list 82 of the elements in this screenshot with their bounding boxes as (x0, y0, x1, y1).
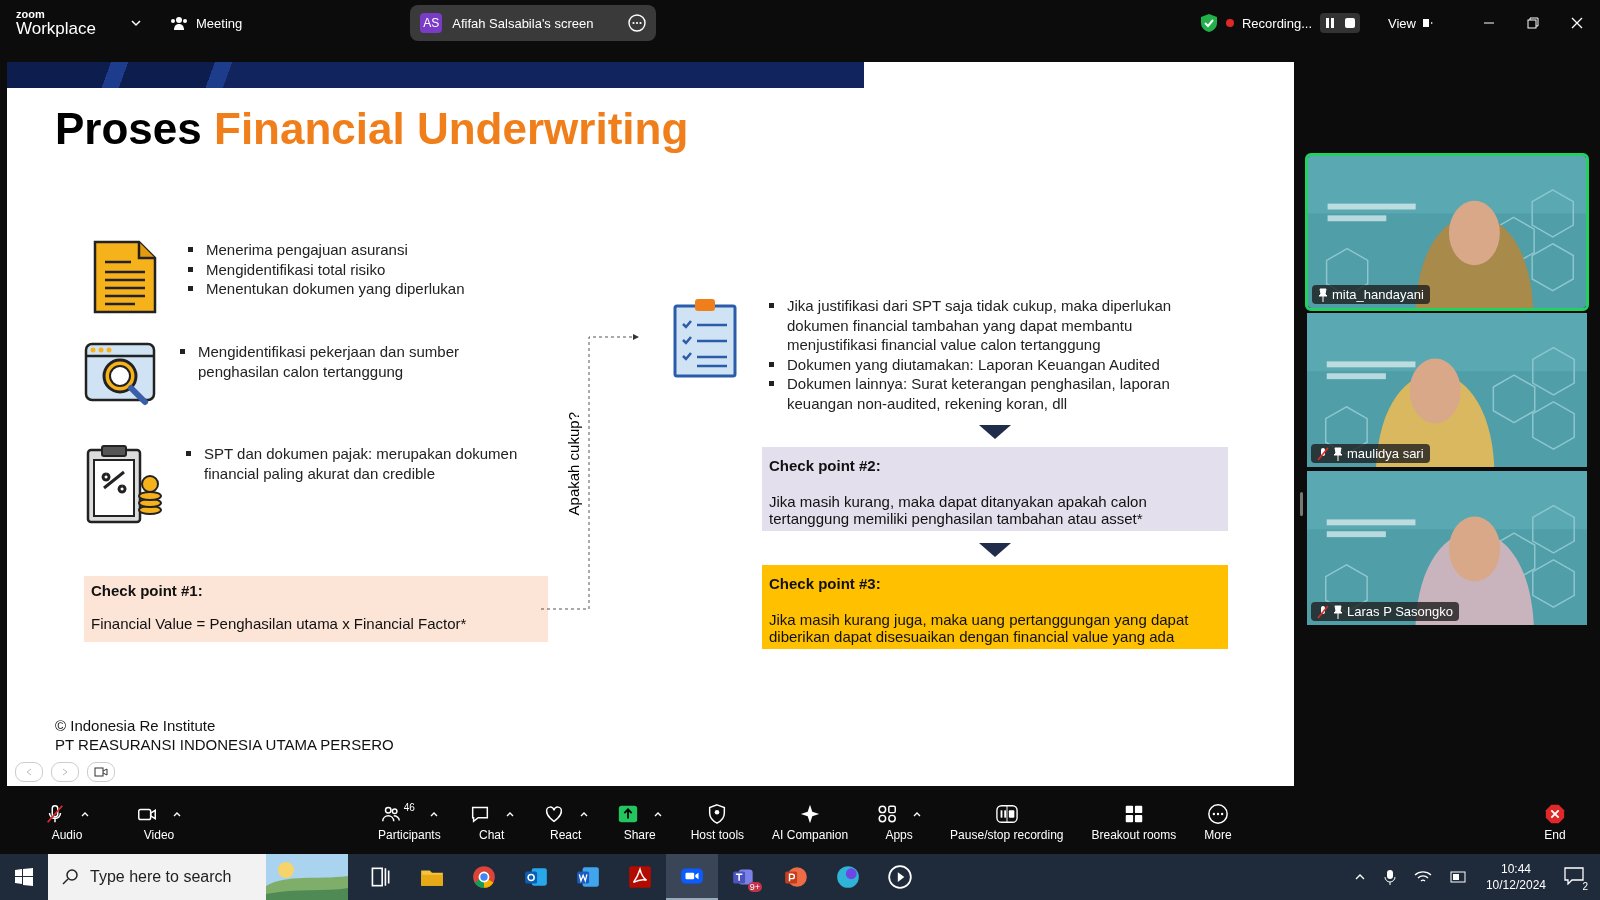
pdf-app-icon (627, 864, 653, 890)
recording-label: Recording... (1241, 15, 1313, 31)
search-field[interactable]: Type here to search (48, 854, 266, 900)
browser-icon (471, 864, 497, 890)
bullet-text: Dokumen yang diutamakan: Laporan Keuangan Audited (767, 354, 1203, 374)
play-icon (887, 864, 913, 890)
breakout-button[interactable]: Breakout rooms (1087, 800, 1181, 842)
participant-name: Laras P Sasongko (1347, 604, 1453, 619)
view-menu[interactable]: View (1388, 15, 1416, 31)
taskbar-button[interactable] (666, 854, 718, 900)
share-button[interactable]: Share (612, 800, 667, 842)
meeting-label: Meeting (196, 15, 243, 31)
wifi-icon[interactable] (1413, 870, 1432, 884)
tax-clipboard-icon (84, 444, 164, 524)
record-button[interactable]: Pause/stop recording (946, 800, 1068, 842)
video-button[interactable]: Video (132, 800, 186, 842)
down-arrow-icon (979, 425, 1011, 439)
bullet-text: Jika justifikasi dari SPT saja tidak cukup, maka diperlukan dokumen financial tambahan yang dapat membantu menjustifikasi financial value calon tertanggung (767, 296, 1203, 355)
more-button[interactable]: More (1200, 800, 1236, 842)
bullet-text: Mengidentifikasi total risiko (186, 259, 465, 279)
resize-handle[interactable] (1300, 492, 1303, 516)
pin-icon (1333, 446, 1343, 461)
bullet-text: Menerima pengajuan asuransi (186, 240, 465, 260)
checkpoint-title: Check point #3: (769, 575, 882, 592)
design-app-icon (835, 864, 861, 890)
down-arrow-icon (979, 543, 1011, 557)
microphone-icon[interactable] (1383, 869, 1396, 885)
checkpoint-title: Check point #1: (91, 582, 204, 599)
document-app-icon (575, 864, 601, 890)
clock-date: 10/12/2024 (1485, 877, 1546, 893)
participant-name: maulidya sari (1347, 446, 1424, 461)
audio-button[interactable]: Audio (40, 800, 94, 842)
chevron-down-icon[interactable] (130, 17, 142, 29)
participants-button[interactable]: 46 Participants (374, 800, 445, 842)
brand-label: zoom (16, 9, 46, 20)
camera-icon[interactable] (87, 762, 115, 782)
pause-stop-icon (993, 803, 1020, 825)
stop-icon[interactable] (1343, 16, 1358, 30)
clock-time: 10:44 (1500, 861, 1531, 877)
end-icon (1544, 803, 1566, 825)
share-title: Afifah Salsabila's screen (452, 15, 595, 31)
checkpoint-text: Financial Value = Penghasilan utama x Financial Factor* (91, 615, 467, 632)
pin-icon (1333, 604, 1343, 619)
footer-text: PT REASURANSI INDONESIA UTAMA PERSERO (55, 735, 394, 754)
participant-count: 46 (403, 802, 415, 813)
question-label: Apakah cukup? (564, 412, 582, 516)
bullet-text: Dokumen lainnya: Surat keterangan penghasilan, laporan keuangan non-audited, rekening koran, dll (767, 374, 1203, 413)
ai-button[interactable]: AI Companion (768, 800, 853, 842)
react-button[interactable]: React (538, 800, 593, 842)
people-icon (170, 15, 188, 31)
presentation-app-icon (783, 864, 809, 890)
more-icon[interactable] (628, 14, 647, 32)
end-button[interactable]: End (1540, 800, 1570, 842)
app-title: Workplace (16, 20, 96, 37)
screen-share-pill[interactable]: AS Afifah Salsabila's screen (410, 5, 657, 41)
pin-icon (1318, 287, 1328, 302)
initials-avatar: AS (420, 13, 443, 33)
apps-icon (876, 803, 899, 825)
participant-name: mita_handayani (1332, 287, 1424, 302)
checkpoint-text: Jika masih kurang juga, maka uang pertanggungan yang dapat diberikan dapat disesuaikan dengan financial value yang ada (769, 611, 1189, 645)
notification-badge: 9+ (747, 882, 762, 892)
battery-icon[interactable] (1449, 870, 1468, 884)
chat-button[interactable]: Chat (464, 800, 519, 842)
muted-microphone-icon (44, 803, 66, 825)
checklist-icon (673, 296, 737, 378)
bullet-text: SPT dan dokumen pajak: merupakan dokumen financial paling akurat dan credible (184, 444, 544, 483)
shield-check-icon[interactable] (1199, 13, 1218, 33)
restore-icon[interactable] (1526, 16, 1540, 30)
close-icon[interactable] (1570, 16, 1584, 30)
apps-button[interactable]: Apps (872, 800, 927, 842)
footer-text: © Indonesia Re Institute (55, 716, 217, 735)
slide-title: Proses Financial Underwriting (55, 104, 690, 154)
view-layout-icon[interactable] (1422, 17, 1434, 29)
windows-start-icon[interactable] (15, 868, 33, 886)
bullet-text: Mengidentifikasi pekerjaan dan sumber penghasilan calon tertanggung (178, 342, 544, 381)
recording-dot-icon (1225, 19, 1234, 27)
checkpoint-title: Check point #2: (769, 457, 882, 474)
taskbar-button[interactable]: 9+ (718, 854, 770, 900)
more-icon (1206, 803, 1229, 825)
host-button[interactable]: Host tools (686, 800, 749, 842)
bullet-text: Menentukan dokumen yang diperlukan (186, 279, 465, 299)
checkpoint-text: Jika masih kurang, maka dapat ditanyakan apakah calon tertanggung memiliki penghasilan tambahan atau asset* (769, 493, 1147, 527)
